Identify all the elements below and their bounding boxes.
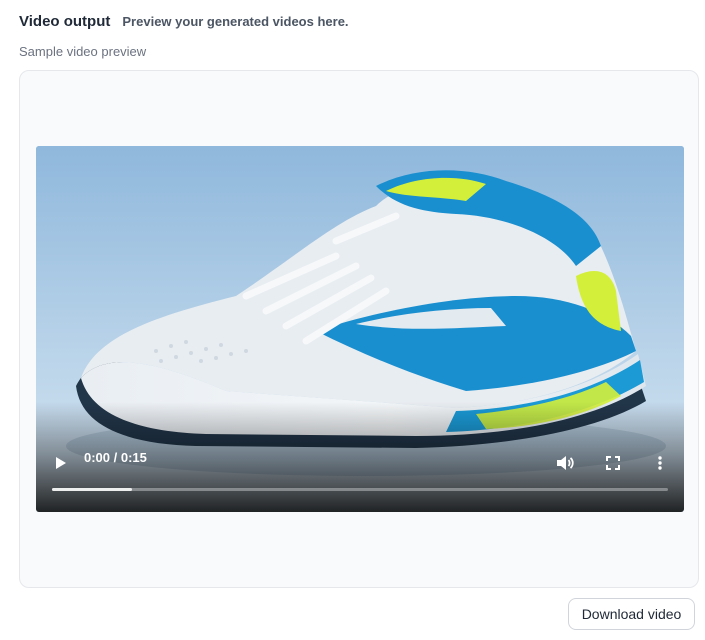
play-icon	[56, 457, 66, 469]
fullscreen-button[interactable]	[602, 452, 624, 474]
fullscreen-icon	[606, 456, 620, 470]
section-subtitle: Preview your generated videos here.	[122, 14, 349, 29]
time-display: 0:00 / 0:15	[84, 450, 147, 465]
progress-fill	[52, 488, 133, 491]
video-player[interactable]: 0:00 / 0:15	[36, 146, 684, 512]
section-title: Video output	[19, 13, 111, 30]
more-options-button[interactable]	[649, 452, 671, 474]
more-vertical-icon	[658, 456, 662, 470]
volume-button[interactable]	[554, 452, 576, 474]
progress-bar[interactable]	[52, 488, 668, 491]
volume-icon	[557, 456, 574, 470]
download-video-button[interactable]: Download video	[568, 598, 695, 630]
video-caption: Sample video preview	[19, 44, 147, 59]
play-button[interactable]	[50, 452, 72, 474]
section-header: Video output Preview your generated vide…	[19, 13, 349, 30]
